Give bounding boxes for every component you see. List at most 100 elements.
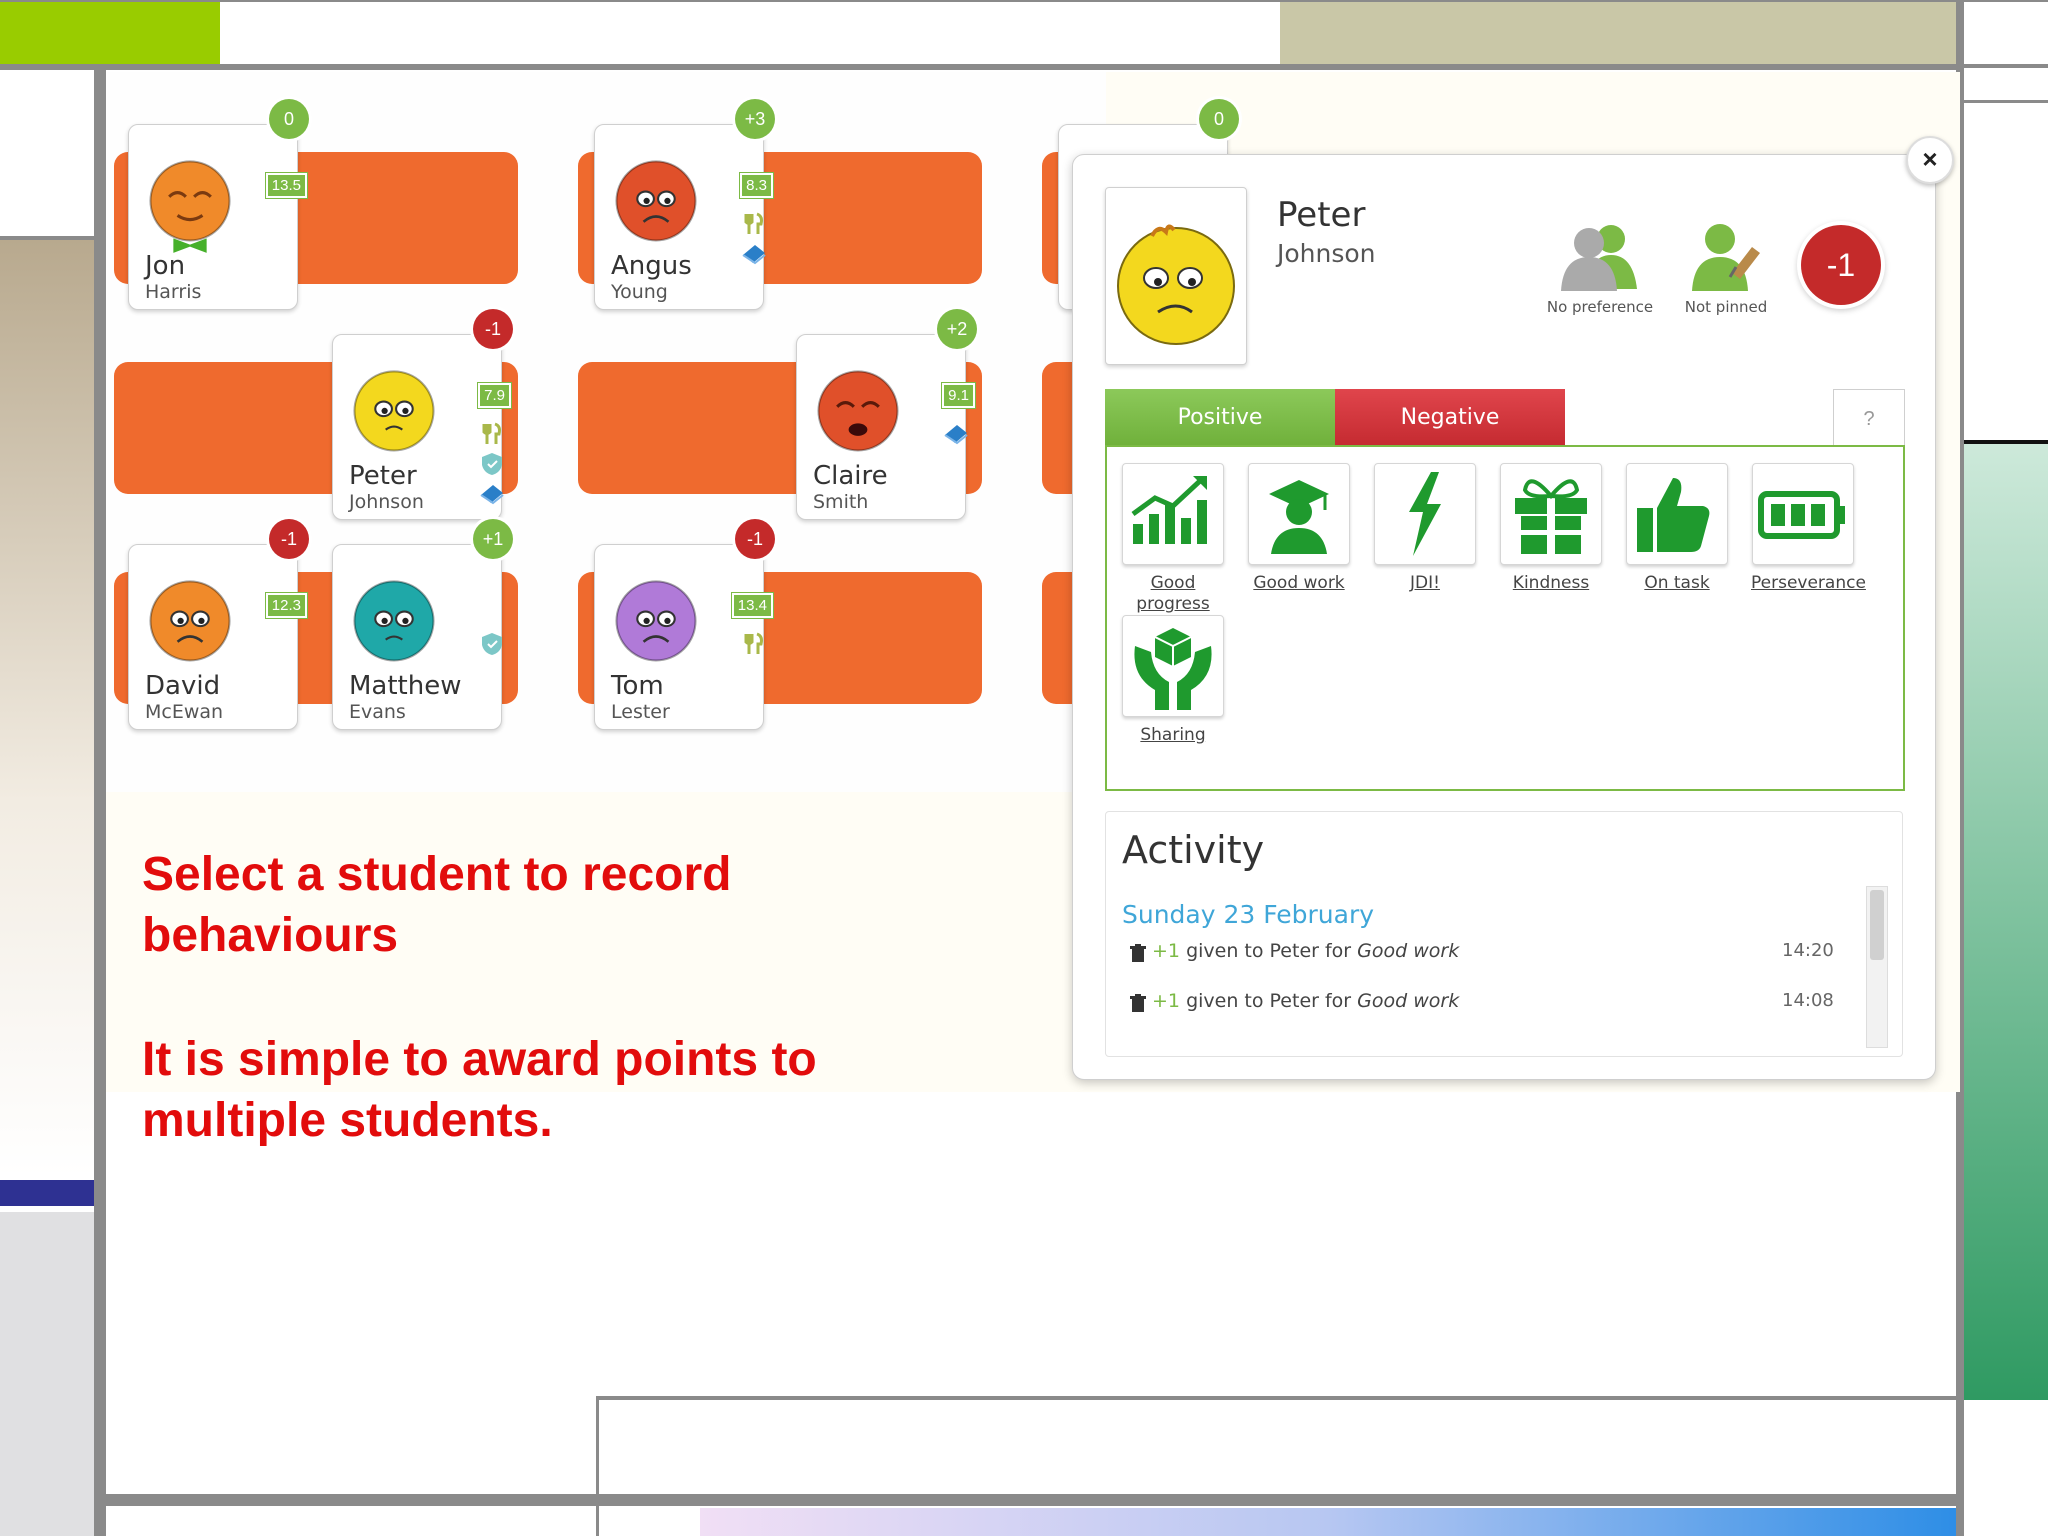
activity-panel: Activity Sunday 23 February +1 given to … (1105, 811, 1903, 1057)
activity-title: Activity (1122, 828, 1265, 872)
tab-negative[interactable]: Negative (1335, 389, 1565, 447)
student-last-name: Young (611, 281, 668, 303)
student-card[interactable]: +1 Matthew Evans (332, 519, 513, 730)
score-badge: -1 (473, 309, 513, 349)
student-first-name: Matthew (349, 671, 462, 701)
student-face-icon (353, 580, 435, 662)
student-first-name: Tom (611, 671, 664, 701)
behaviour-tile[interactable] (1626, 463, 1728, 565)
average-badge: 13.4 (730, 592, 775, 619)
student-face (349, 361, 439, 470)
frame-line-top-thin (0, 0, 2048, 2)
activity-text: given to Peter for (1186, 990, 1352, 1012)
activity-points: +1 (1152, 940, 1181, 962)
behaviour-tile[interactable] (1122, 615, 1224, 717)
behaviour-button[interactable]: JDI! (1373, 463, 1477, 594)
behaviour-button[interactable]: On task (1625, 463, 1729, 594)
student-face (145, 571, 235, 680)
thumbs-up-icon (1637, 478, 1710, 552)
behaviour-tile[interactable] (1248, 463, 1350, 565)
student-last-name: Harris (145, 281, 202, 303)
not-pinned-label: Not pinned (1684, 298, 1768, 316)
battery-icon (1758, 491, 1845, 539)
behaviour-label: JDI! (1410, 573, 1440, 593)
average-badge: 8.3 (739, 172, 774, 199)
frame-line-bottom (106, 1494, 1956, 1506)
student-first-name: Peter (349, 461, 417, 491)
behaviour-tile[interactable] (1122, 463, 1224, 565)
student-first-name: Claire (813, 461, 888, 491)
help-button[interactable]: ? (1833, 389, 1905, 449)
student-last-name: Johnson (349, 491, 424, 513)
not-pinned-button[interactable]: Not pinned (1671, 217, 1781, 316)
behaviour-label: Kindness (1512, 573, 1590, 593)
behaviour-label: On task (1644, 573, 1710, 593)
student-face-icon (615, 580, 697, 662)
student-face (349, 571, 439, 680)
student-first-name: Jon (145, 251, 186, 281)
student-face-icon (353, 370, 435, 452)
student-detail-modal: Peter Johnson No preference Not pinned -… (1072, 154, 1936, 1080)
instruction-line: It is simple to award points to (142, 1033, 817, 1086)
score-badge: +1 (473, 519, 513, 559)
right-line-2 (1964, 100, 2048, 103)
scrollbar-thumb[interactable] (1870, 890, 1884, 960)
student-card[interactable]: -1 13.4 Tom Lester (594, 519, 775, 730)
behaviour-tile[interactable] (1374, 463, 1476, 565)
chart-icon (1131, 476, 1207, 544)
behaviour-tile[interactable] (1500, 463, 1602, 565)
student-last-name: Smith (813, 491, 869, 513)
student-card[interactable]: -1 7.9 Peter Johnson (332, 309, 513, 520)
instruction-line: Select a student to record (142, 848, 732, 901)
student-face (611, 571, 701, 680)
bottom-gradient-strip (700, 1508, 1956, 1536)
activity-behaviour: Good work (1357, 990, 1460, 1012)
student-face (611, 151, 701, 260)
student-face (145, 151, 235, 260)
behaviour-button[interactable]: Sharing (1121, 615, 1225, 746)
student-first-name: Angus (611, 251, 692, 281)
trash-icon[interactable] (1130, 944, 1146, 967)
student-first-name: David (145, 671, 221, 701)
right-black-line (1964, 440, 2048, 444)
activity-text: given to Peter for (1186, 940, 1352, 962)
behaviour-button[interactable]: Perseverance (1751, 463, 1866, 594)
instruction-line: behaviours (142, 909, 399, 962)
activity-time: 14:08 (1782, 990, 1834, 1011)
behaviour-button[interactable]: Kindness (1499, 463, 1603, 594)
score-badge: -1 (735, 519, 775, 559)
student-face-icon (149, 160, 231, 253)
student-face-icon (817, 370, 899, 452)
activity-time: 14:20 (1782, 940, 1834, 961)
behaviour-button[interactable]: Good progress (1121, 463, 1225, 615)
no-preference-button[interactable]: No preference (1535, 217, 1665, 316)
book-icon (479, 481, 505, 507)
book-icon (943, 421, 969, 447)
people-icon (1561, 225, 1637, 291)
score-badge: +3 (735, 99, 775, 139)
behaviour-label: Good (1150, 573, 1196, 593)
behaviour-button[interactable]: Good work (1247, 463, 1351, 594)
left-tan-gradient (0, 240, 94, 1176)
activity-scrollbar[interactable] (1866, 886, 1888, 1048)
right-green-gradient (1964, 444, 2048, 1400)
score-badge: -1 (269, 519, 309, 559)
student-first-name: Peter (1277, 195, 1366, 235)
gift-icon (1515, 479, 1587, 554)
tab-positive[interactable]: Positive (1105, 389, 1335, 447)
left-blue-bar (0, 1180, 94, 1206)
behaviour-tile[interactable] (1752, 463, 1854, 565)
student-card[interactable]: +2 9.1 Claire Smith (796, 309, 977, 520)
student-card[interactable]: 0 13.5 Jon Harris (128, 99, 309, 310)
book-icon (741, 241, 767, 267)
student-card[interactable]: +3 8.3 Angus Young (594, 99, 775, 310)
behaviour-label: progress (1136, 594, 1210, 614)
average-badge: 9.1 (941, 382, 976, 409)
trash-icon[interactable] (1130, 994, 1146, 1017)
no-preference-label: No preference (1546, 298, 1654, 316)
average-badge: 7.9 (477, 382, 512, 409)
frame-line-left (94, 64, 106, 1536)
close-button[interactable]: × (1906, 136, 1954, 184)
left-line-1 (0, 236, 94, 240)
student-card[interactable]: -1 12.3 David McEwan (128, 519, 309, 730)
